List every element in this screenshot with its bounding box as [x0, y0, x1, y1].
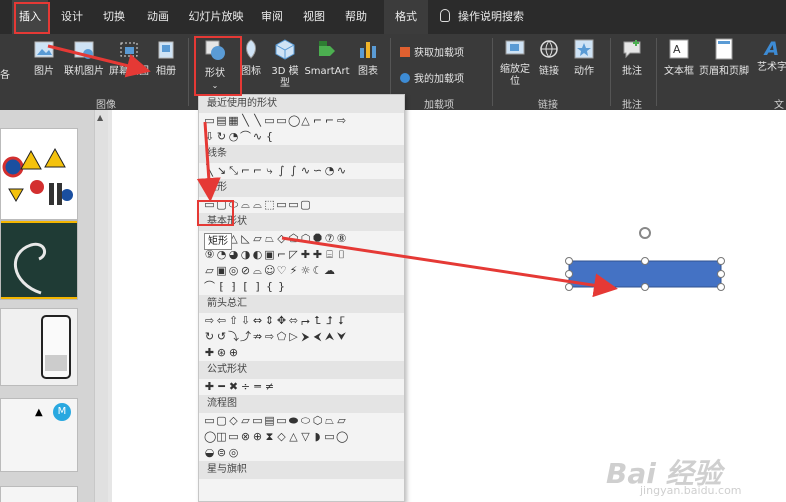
app-window: 插入 设计 切换 动画 幻灯片放映 审阅 视图 帮助 格式 操作说明搜索 各 图… [0, 0, 786, 502]
watermark-url: jingyan.baidu.com [640, 484, 742, 497]
annotation-arrows [47, 44, 618, 298]
